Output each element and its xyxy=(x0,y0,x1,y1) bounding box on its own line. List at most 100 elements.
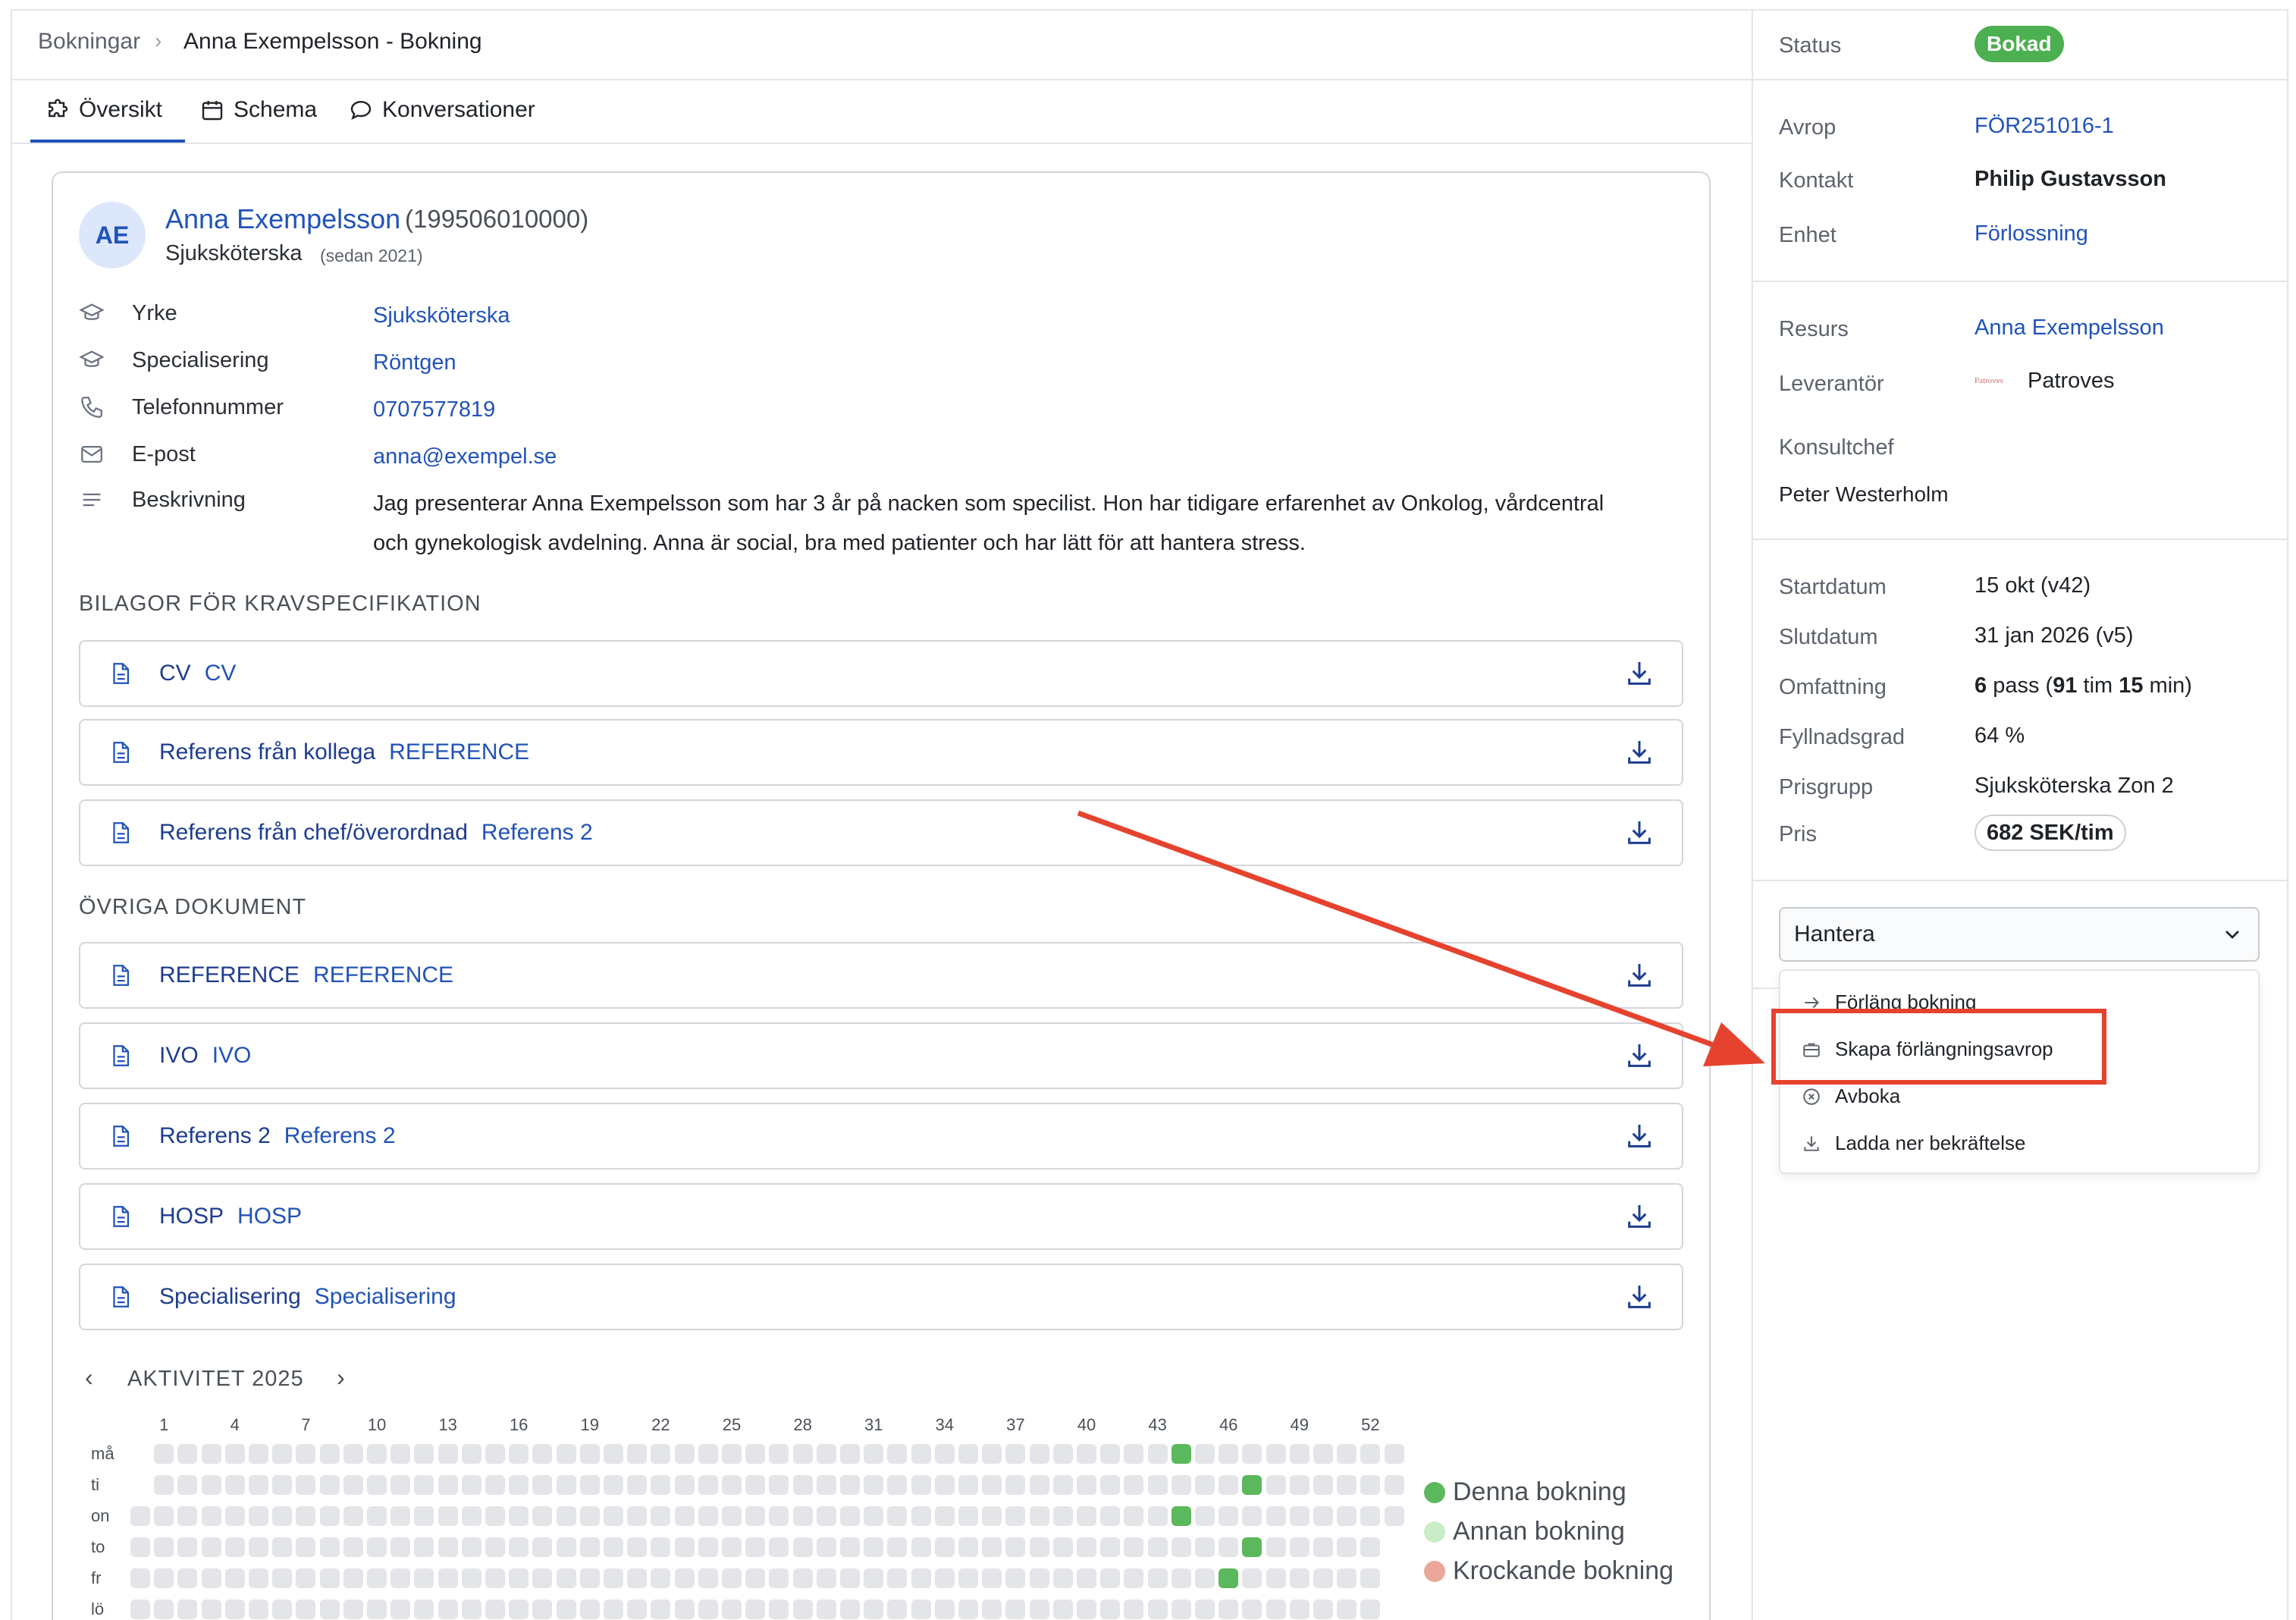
field-label: E-post xyxy=(132,441,196,466)
tab-schema[interactable]: Schema xyxy=(200,97,317,123)
document-row[interactable]: Specialisering Specialisering xyxy=(79,1264,1683,1330)
download-icon[interactable] xyxy=(1624,1201,1655,1232)
activity-cell xyxy=(958,1568,978,1588)
manage-dropdown-label: Hantera xyxy=(1794,921,1875,947)
tab-konversationer[interactable]: Konversationer xyxy=(349,97,535,123)
omfattning-label: Omfattning xyxy=(1779,675,1887,699)
activity-cell xyxy=(722,1506,742,1526)
activity-cell xyxy=(1052,1444,1073,1464)
download-icon xyxy=(1804,1135,1819,1151)
activity-cell xyxy=(911,1568,931,1588)
activity-cell xyxy=(1100,1537,1121,1557)
download-icon[interactable] xyxy=(1624,1282,1655,1312)
activity-cell xyxy=(627,1506,648,1526)
price-badge: 682 SEK/tim xyxy=(1974,815,2126,851)
activity-cell xyxy=(1052,1600,1073,1619)
activity-cell xyxy=(1266,1506,1286,1526)
download-icon[interactable] xyxy=(1624,737,1655,768)
activity-cell xyxy=(1360,1537,1381,1557)
text-lines-icon xyxy=(83,493,101,507)
activity-cell xyxy=(414,1537,434,1557)
activity-cell xyxy=(722,1568,742,1588)
activity-cell xyxy=(1219,1600,1239,1619)
activity-cell xyxy=(154,1444,174,1464)
activity-cell xyxy=(840,1475,860,1495)
legend-dot xyxy=(1424,1481,1445,1503)
previous-year-button[interactable]: ‹ xyxy=(85,1364,93,1392)
sidebar-divider xyxy=(1753,880,2287,881)
document-row[interactable]: CV CV xyxy=(79,640,1683,707)
menu-item-cancel-booking[interactable]: Avboka xyxy=(1802,1085,1900,1108)
activity-cell xyxy=(556,1600,576,1619)
activity-cell xyxy=(367,1568,387,1588)
activity-cell xyxy=(367,1506,387,1526)
activity-cell xyxy=(272,1537,293,1557)
avrop-link[interactable]: FÖR251016-1 xyxy=(1974,114,2114,139)
sidebar-divider xyxy=(1753,281,2287,282)
activity-cell xyxy=(722,1444,742,1464)
activity-cell xyxy=(272,1600,293,1619)
download-icon[interactable] xyxy=(1624,1121,1655,1151)
week-label: 16 xyxy=(509,1415,529,1434)
description-line: och gynekologisk avdelning. Anna är soci… xyxy=(373,531,1306,555)
field-telefonnummer-value[interactable]: 0707577819 xyxy=(373,397,495,422)
activity-cell xyxy=(1077,1475,1096,1495)
activity-cell xyxy=(1289,1506,1310,1526)
menu-item-download-confirmation[interactable]: Ladda ner bekräftelse xyxy=(1802,1132,2026,1155)
field-epost-value[interactable]: anna@exempel.se xyxy=(373,444,557,469)
activity-cell xyxy=(177,1444,198,1464)
activity-cell xyxy=(296,1506,316,1526)
konsultchef-label: Konsultchef xyxy=(1779,435,1894,460)
document-row[interactable]: Referens 2 Referens 2 xyxy=(79,1103,1683,1169)
activity-cell xyxy=(556,1506,576,1526)
activity-cell xyxy=(224,1537,245,1557)
activity-cell xyxy=(509,1568,529,1588)
activity-cell xyxy=(1337,1506,1357,1526)
tab-oversikt[interactable]: Översikt xyxy=(45,97,162,123)
field-specialisering-value[interactable]: Röntgen xyxy=(373,350,456,375)
fyllnadsgrad-label: Fyllnadsgrad xyxy=(1779,725,1905,749)
activity-cell xyxy=(224,1475,245,1495)
activity-cell xyxy=(391,1600,411,1619)
field-epost: E-post xyxy=(79,441,196,467)
next-year-button[interactable]: › xyxy=(337,1364,345,1392)
enhet-link[interactable]: Förlossning xyxy=(1974,221,2088,246)
activity-cell xyxy=(201,1537,221,1557)
activity-cell xyxy=(745,1475,766,1495)
activity-cell xyxy=(1337,1475,1357,1495)
leverantor-value: Patroves xyxy=(2028,369,2115,393)
sidebar-divider xyxy=(1753,79,2287,80)
activity-cell xyxy=(414,1568,434,1588)
activity-cell xyxy=(982,1444,1002,1464)
activity-cell xyxy=(1242,1600,1262,1619)
other-docs-section-title: ÖVRIGA DOKUMENT xyxy=(79,895,307,919)
activity-cell xyxy=(934,1600,955,1619)
breadcrumb-parent[interactable]: Bokningar xyxy=(38,29,140,55)
activity-cell xyxy=(840,1600,860,1619)
document-row[interactable]: HOSP HOSP xyxy=(79,1183,1683,1250)
resurs-link[interactable]: Anna Exempelsson xyxy=(1974,316,2164,341)
activity-cell xyxy=(840,1444,860,1464)
enhet-label: Enhet xyxy=(1779,223,1836,247)
field-yrke-value[interactable]: Sjuksköterska xyxy=(373,303,510,328)
document-row[interactable]: Referens från kollega REFERENCE xyxy=(79,719,1683,786)
activity-cell xyxy=(296,1537,316,1557)
download-icon[interactable] xyxy=(1624,658,1655,689)
resource-name-link[interactable]: Anna Exempelsson xyxy=(165,203,400,235)
active-tab-indicator xyxy=(30,140,185,143)
activity-cell xyxy=(556,1475,576,1495)
activity-cell xyxy=(1360,1568,1381,1588)
activity-cell xyxy=(604,1475,623,1495)
activity-cell xyxy=(958,1600,978,1619)
activity-cell xyxy=(911,1475,931,1495)
activity-cell xyxy=(1100,1444,1121,1464)
activity-cell xyxy=(674,1568,695,1588)
activity-cell xyxy=(343,1506,363,1526)
hours-unit: tim xyxy=(2083,673,2113,698)
legend-label: Krockande bokning xyxy=(1453,1556,1674,1585)
activity-cell xyxy=(1195,1475,1215,1495)
activity-cell xyxy=(296,1444,316,1464)
manage-dropdown[interactable]: Hantera xyxy=(1779,907,2260,962)
activity-cell xyxy=(604,1444,623,1464)
activity-cell xyxy=(414,1600,434,1619)
